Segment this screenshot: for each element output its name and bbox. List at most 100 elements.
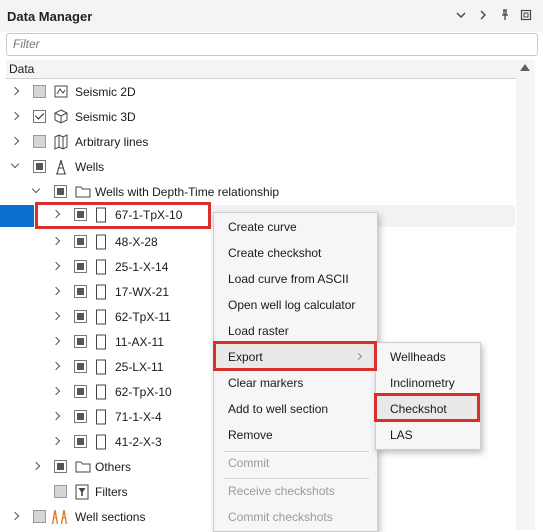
tree-item-label: Well sections xyxy=(75,510,146,524)
checkbox-unchecked[interactable] xyxy=(54,485,67,498)
checkbox-partial[interactable] xyxy=(74,410,87,423)
expand-arrow-icon[interactable] xyxy=(12,111,22,123)
seismic-2d-icon xyxy=(54,84,68,100)
chevron-down-icon[interactable] xyxy=(454,8,468,22)
folder-icon xyxy=(75,459,91,475)
panel-title: Data Manager xyxy=(7,9,93,24)
tree-item-label: Arbitrary lines xyxy=(75,135,149,149)
checkbox-partial[interactable] xyxy=(54,185,67,198)
tree-column-header[interactable]: Data xyxy=(6,60,516,79)
menu-item-load-curve-from-ascii[interactable]: Load curve from ASCII xyxy=(214,266,375,292)
expand-arrow-icon[interactable] xyxy=(53,236,63,248)
tree-item-label: Seismic 2D xyxy=(75,85,136,99)
chevron-right-icon[interactable] xyxy=(476,8,490,22)
filter-box xyxy=(6,33,538,56)
document-icon xyxy=(95,409,109,425)
menu-item-create-curve[interactable]: Create curve xyxy=(214,214,375,240)
submenu-item-checkshot[interactable]: Checkshot xyxy=(376,396,478,422)
map-icon xyxy=(54,134,68,150)
submenu-item-inclinometry[interactable]: Inclinometry xyxy=(376,370,478,396)
column-header-label: Data xyxy=(9,62,35,76)
checkbox-partial[interactable] xyxy=(74,260,87,273)
expand-arrow-icon[interactable] xyxy=(53,311,63,323)
submenu-item-las[interactable]: LAS xyxy=(376,422,478,448)
menu-item-receive-checkshots[interactable]: Receive checkshots xyxy=(214,478,375,504)
maximize-icon[interactable] xyxy=(519,8,533,22)
checkbox-partial[interactable] xyxy=(33,160,46,173)
menu-item-load-raster[interactable]: Load raster xyxy=(214,318,375,344)
export-submenu: Wellheads Inclinometry Checkshot LAS xyxy=(375,342,481,450)
filter-input[interactable] xyxy=(7,34,513,53)
menu-item-remove[interactable]: Remove xyxy=(214,422,375,448)
submenu-item-wellheads[interactable]: Wellheads xyxy=(376,344,478,370)
pin-icon[interactable] xyxy=(498,8,512,22)
tree-item-label: 25-LX-11 xyxy=(115,360,164,374)
document-icon xyxy=(95,334,109,350)
filter-funnel-icon xyxy=(75,484,89,500)
tree-item-label: Others xyxy=(95,460,132,474)
checkbox-partial[interactable] xyxy=(74,335,87,348)
document-icon xyxy=(95,207,109,223)
menu-item-open-well-log-calculator[interactable]: Open well log calculator xyxy=(214,292,375,318)
expand-arrow-icon[interactable] xyxy=(53,209,63,221)
scroll-up-arrow-icon[interactable] xyxy=(520,64,530,71)
collapse-arrow-icon[interactable] xyxy=(12,161,22,173)
tree-item-label: 62-TpX-11 xyxy=(115,310,171,324)
expand-arrow-icon[interactable] xyxy=(53,286,63,298)
checkbox-checked[interactable] xyxy=(33,110,46,123)
expand-arrow-icon[interactable] xyxy=(53,361,63,373)
tree-item-arbitrary-lines[interactable]: Arbitrary lines xyxy=(0,130,516,155)
menu-item-create-checkshot[interactable]: Create checkshot xyxy=(214,240,375,266)
expand-arrow-icon[interactable] xyxy=(53,261,63,273)
checkbox-unchecked[interactable] xyxy=(33,85,46,98)
checkbox-partial[interactable] xyxy=(54,460,67,473)
vertical-scrollbar[interactable] xyxy=(516,60,535,530)
checkbox-partial[interactable] xyxy=(74,435,87,448)
document-icon xyxy=(95,234,109,250)
expand-arrow-icon[interactable] xyxy=(33,461,43,473)
expand-arrow-icon[interactable] xyxy=(53,386,63,398)
tree-item-label: 67-1-TpX-10 xyxy=(115,208,183,222)
document-icon xyxy=(95,384,109,400)
expand-arrow-icon[interactable] xyxy=(12,511,22,523)
checkbox-partial[interactable] xyxy=(74,310,87,323)
expand-arrow-icon[interactable] xyxy=(12,136,22,148)
tree-item-label: 11-AX-11 xyxy=(115,335,164,349)
expand-arrow-icon[interactable] xyxy=(53,411,63,423)
menu-item-add-to-well-section[interactable]: Add to well section xyxy=(214,396,375,422)
menu-item-clear-markers[interactable]: Clear markers xyxy=(214,370,375,396)
folder-icon xyxy=(75,184,91,200)
tree-item-label: Wells xyxy=(75,160,105,174)
menu-item-label: Export xyxy=(228,350,263,364)
tree-item-label: 48-X-28 xyxy=(115,235,158,249)
checkbox-partial[interactable] xyxy=(74,385,87,398)
tree-item-seismic-3d[interactable]: Seismic 3D xyxy=(0,105,516,130)
tree-item-wells-depth-time-folder[interactable]: Wells with Depth-Time relationship xyxy=(0,180,516,205)
menu-item-export[interactable]: Export xyxy=(214,344,375,370)
document-icon xyxy=(95,284,109,300)
well-section-icon xyxy=(51,509,69,525)
checkbox-partial[interactable] xyxy=(74,360,87,373)
checkbox-unchecked[interactable] xyxy=(33,135,46,148)
menu-item-commit[interactable]: Commit xyxy=(214,450,375,476)
collapse-arrow-icon[interactable] xyxy=(33,186,43,198)
tree-item-label: 62-TpX-10 xyxy=(115,385,172,399)
tree-item-seismic-2d[interactable]: Seismic 2D xyxy=(0,80,516,105)
checkbox-unchecked[interactable] xyxy=(33,510,46,523)
tree-item-label: 25-1-X-14 xyxy=(115,260,169,274)
tree-item-wells[interactable]: Wells xyxy=(0,155,516,180)
checkbox-partial[interactable] xyxy=(74,235,87,248)
tree-item-label: 17-WX-21 xyxy=(115,285,170,299)
expand-arrow-icon[interactable] xyxy=(53,436,63,448)
seismic-3d-cube-icon xyxy=(54,109,68,125)
expand-arrow-icon[interactable] xyxy=(12,86,22,98)
expand-arrow-icon[interactable] xyxy=(53,336,63,348)
menu-item-commit-checkshots[interactable]: Commit checkshots xyxy=(214,504,375,530)
document-icon xyxy=(95,309,109,325)
panel-titlebar: Data Manager xyxy=(0,0,543,32)
oil-derrick-icon xyxy=(54,159,68,175)
checkbox-partial[interactable] xyxy=(74,208,87,221)
context-menu: Create curve Create checkshot Load curve… xyxy=(213,212,378,532)
submenu-arrow-icon xyxy=(354,352,363,361)
checkbox-partial[interactable] xyxy=(74,285,87,298)
